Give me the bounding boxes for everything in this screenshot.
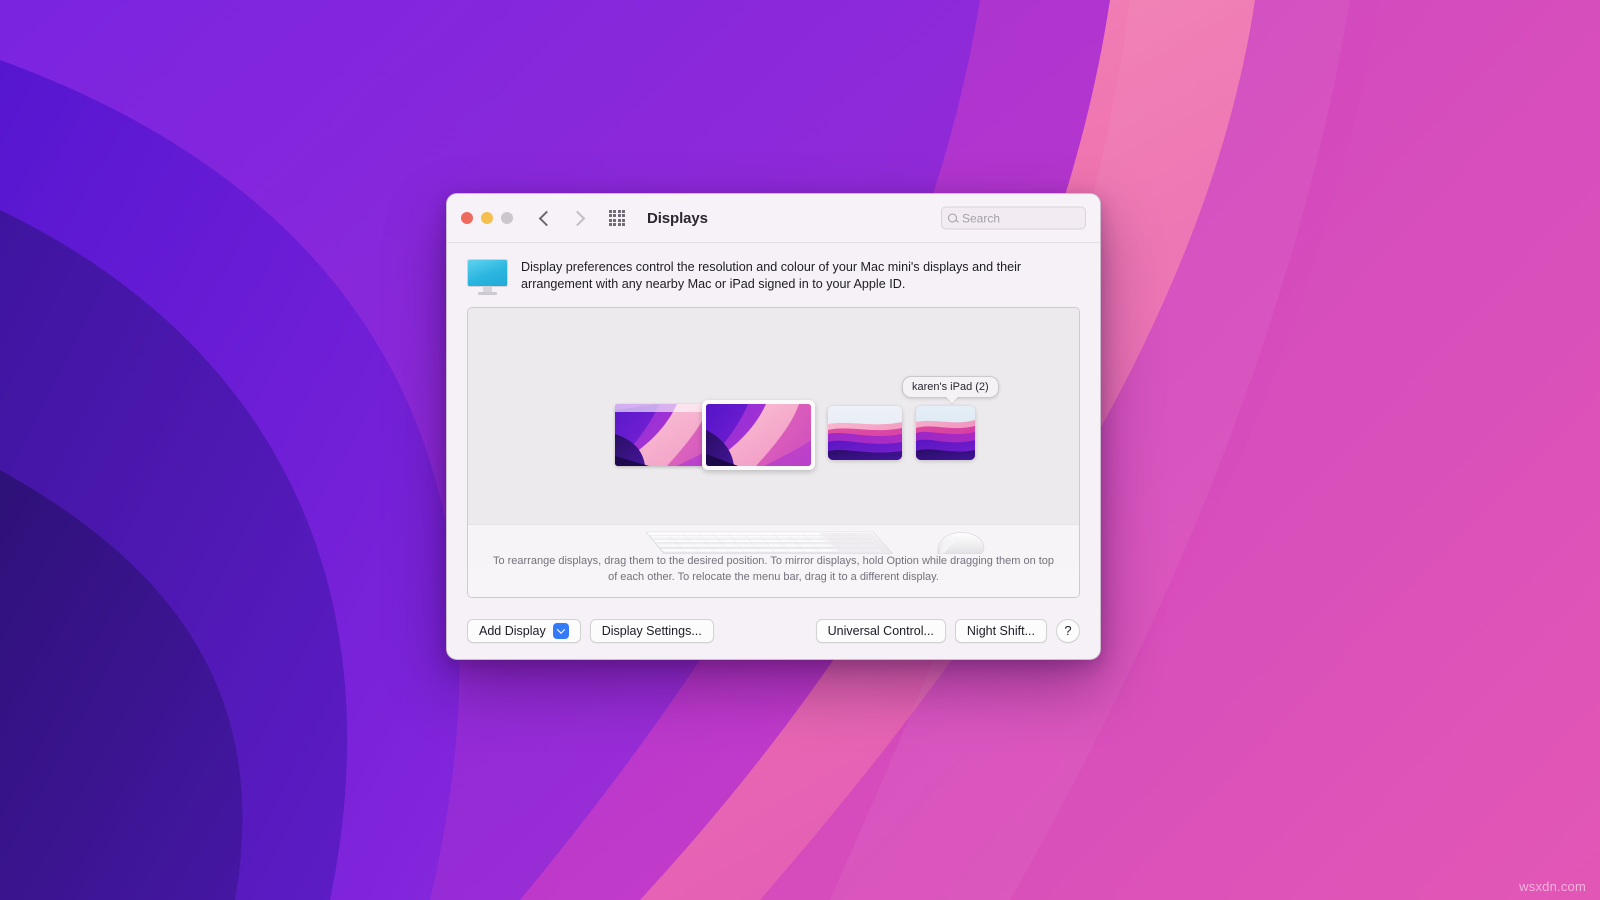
window-titlebar: Displays [447,194,1100,243]
zoom-button[interactable] [501,212,513,224]
night-shift-button[interactable]: Night Shift... [954,618,1047,643]
arrangement-stage[interactable]: karen's iPad (2) [468,308,1079,524]
close-button[interactable] [461,212,473,224]
search-field[interactable] [941,206,1086,230]
chevron-down-icon[interactable] [552,622,569,639]
display-thumbnail-4[interactable] [916,406,975,460]
display-3-wallpaper [828,406,902,460]
minimize-button[interactable] [481,212,493,224]
magic-keyboard-and-mouse-icon [645,531,985,555]
display-settings-button[interactable]: Display Settings... [589,618,714,643]
displays-preferences-window: Displays Display preferences control the… [446,193,1101,660]
page-title: Displays [647,209,708,227]
grid-icon[interactable] [609,210,625,226]
forward-chevron-icon[interactable] [569,210,586,226]
watermark: wsxdn.com [1519,879,1586,894]
description-text: Display preferences control the resoluti… [521,260,1022,292]
tooltip-tail-icon [945,396,959,404]
arrangement-hint-text: To rearrange displays, drag them to the … [492,555,1055,583]
magic-keyboard-icon [645,531,894,555]
display-arrangement-panel[interactable]: karen's iPad (2) To rearrange displays, … [467,307,1080,598]
search-icon [948,213,957,223]
display-4-wallpaper [916,406,975,460]
navigation-buttons [538,210,586,226]
display-monitor-icon [467,259,508,295]
search-input[interactable] [962,211,1079,225]
universal-control-button[interactable]: Universal Control... [815,618,946,643]
help-button[interactable]: ? [1056,618,1080,643]
display-thumbnail-3[interactable] [828,406,902,460]
peripherals-illustration [468,524,1079,555]
description-row: Display preferences control the resoluti… [447,243,1100,307]
back-chevron-icon[interactable] [538,210,555,226]
window-controls [461,212,513,224]
display-2-wallpaper [706,404,811,466]
tooltip-label: karen's iPad (2) [912,381,989,393]
add-display-button[interactable]: Add Display [467,618,581,643]
add-display-label: Add Display [479,623,546,638]
display-name-tooltip: karen's iPad (2) [902,376,999,404]
bottom-toolbar: Add Display Display Settings... Universa… [447,602,1100,659]
display-thumbnail-2[interactable] [702,400,815,470]
magic-mouse-icon [937,532,985,555]
